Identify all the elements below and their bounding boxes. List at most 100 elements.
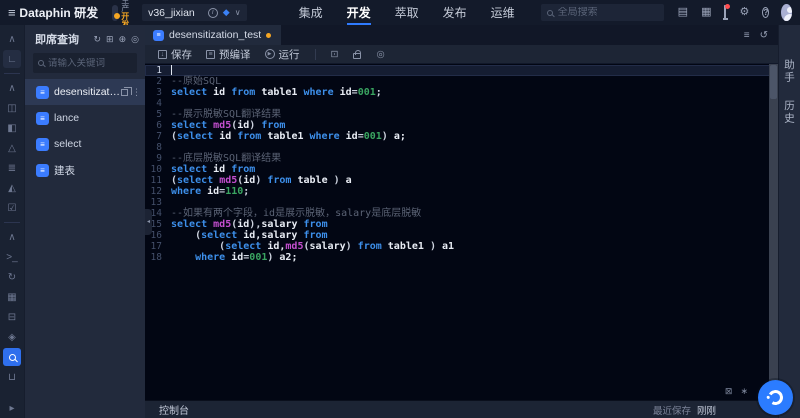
last-saved-value: 刚刚 <box>697 403 716 417</box>
code-line[interactable]: 5--展示脱敏SQL翻译结果 <box>145 109 778 120</box>
calendar-icon[interactable]: ▦ <box>701 7 711 18</box>
user-avatar[interactable] <box>781 4 792 21</box>
form-icon[interactable]: ▤ <box>678 7 688 18</box>
location-icon[interactable]: ◎ <box>371 49 389 60</box>
run-button[interactable]: ▶ 运行 <box>260 47 305 62</box>
report-icon[interactable]: ◫ <box>3 99 21 117</box>
line-number: 7 <box>145 131 171 142</box>
code-line[interactable]: 10select id from <box>145 164 778 175</box>
pyramid-icon[interactable]: △ <box>3 139 21 157</box>
chart-icon[interactable]: ◧ <box>3 119 21 137</box>
nav-tab-3[interactable]: 发布 <box>431 0 479 25</box>
bell-icon[interactable] <box>724 7 726 18</box>
terminal-icon[interactable]: >_ <box>3 248 21 266</box>
code-line[interactable]: 4 <box>145 98 778 109</box>
code-editor[interactable]: 12--原始SQL3select id from table1 where id… <box>145 64 778 400</box>
hamburger-menu-icon[interactable]: ≡ <box>8 5 19 20</box>
file-row[interactable]: ≡lance <box>25 105 145 131</box>
corner-panel-icon[interactable]: ∟ <box>3 50 21 68</box>
code-line[interactable]: 14--如果有两个字段，id是展示脱敏，salary是底层脱敏 <box>145 208 778 219</box>
locate-icon[interactable]: ◎ <box>131 34 139 45</box>
code-line[interactable]: 7(select id from table1 where id=001) a; <box>145 131 778 142</box>
env-label-prod: 生产 <box>121 0 132 13</box>
nav-tab-4[interactable]: 运维 <box>479 0 527 25</box>
project-selector[interactable]: v36_jixian i ◆ ∨ <box>142 4 247 21</box>
code-line[interactable]: 3select id from table1 where id=001; <box>145 87 778 98</box>
lock-icon[interactable] <box>353 53 361 59</box>
line-number: 17 <box>145 241 171 252</box>
collapse-top-icon[interactable]: ∧ <box>3 30 21 48</box>
file-name: lance <box>54 112 141 124</box>
line-number: 5 <box>145 109 171 120</box>
editor-column: ≡ desensitization_test ≡ ↺ ↓ 保存 ≡ 预编译 <box>145 25 778 418</box>
code-line[interactable]: 9--底层脱敏SQL翻译结果 <box>145 153 778 164</box>
expand-panel-icon[interactable]: ▸ <box>3 399 21 417</box>
collapse-group2-icon[interactable]: ∧ <box>3 228 21 246</box>
panel-collapse-handle[interactable]: ◂ <box>145 209 152 235</box>
editor-tabbar: ≡ desensitization_test ≡ ↺ <box>145 25 778 45</box>
chevron-down-icon[interactable]: ∨ <box>235 8 241 17</box>
code-line[interactable]: 11(select md5(id) from table ) a <box>145 175 778 186</box>
rail-divider <box>4 73 20 74</box>
env-toggle-pill-icon[interactable] <box>112 5 118 21</box>
assistant-robot-button[interactable] <box>758 380 793 415</box>
precompile-icon: ≡ <box>206 50 215 59</box>
info-icon[interactable]: i <box>208 8 218 18</box>
dashboard-icon[interactable]: ▦ <box>3 288 21 306</box>
precompile-button[interactable]: ≡ 预编译 <box>201 47 256 62</box>
code-line[interactable]: 15select md5(id),salary from <box>145 219 778 230</box>
nav-tab-0[interactable]: 集成 <box>287 0 335 25</box>
file-row[interactable]: ≡desensitization_test⋮ <box>25 79 145 105</box>
layers-icon[interactable]: ≣ <box>3 159 21 177</box>
tab-list-icon[interactable]: ≡ <box>744 30 750 41</box>
more-actions-icon[interactable]: ⋮ <box>132 88 141 97</box>
adhoc-query-icon[interactable] <box>3 348 21 366</box>
copy-icon[interactable] <box>121 89 128 96</box>
console-toggle[interactable]: 控制台 <box>159 402 189 417</box>
code-line[interactable]: 1 <box>145 65 778 76</box>
shield-icon[interactable]: ◈ <box>3 328 21 346</box>
file-row[interactable]: ≡建表 <box>25 157 145 183</box>
trend-icon[interactable]: ◭ <box>3 179 21 197</box>
new-folder-icon[interactable]: ⊕ <box>119 34 127 45</box>
sync-icon[interactable]: ↻ <box>3 268 21 286</box>
global-search-input[interactable] <box>558 7 658 18</box>
new-file-icon[interactable]: ⊞ <box>106 34 114 45</box>
code-line[interactable]: 12where id=110; <box>145 186 778 197</box>
editor-tab[interactable]: ≡ desensitization_test <box>145 25 281 45</box>
collapse-group-icon[interactable]: ∧ <box>3 79 21 97</box>
help-icon[interactable]: ? <box>762 7 769 18</box>
nav-tab-1[interactable]: 开发 <box>335 0 383 25</box>
keyword-search-input[interactable] <box>48 58 128 69</box>
code-line[interactable]: 8 <box>145 142 778 153</box>
code-line[interactable]: 17 (select id,md5(salary) from table1 ) … <box>145 241 778 252</box>
refresh-icon[interactable]: ↻ <box>94 34 102 45</box>
scrollbar-thumb[interactable] <box>770 65 777 99</box>
code-line[interactable]: 13 <box>145 197 778 208</box>
file-list: ≡desensitization_test⋮≡lance≡select≡建表 <box>25 79 145 418</box>
keyword-search[interactable] <box>33 53 137 73</box>
right-rail-assistant[interactable]: 助手 <box>782 59 797 84</box>
tool-icon[interactable]: ⚙ <box>739 7 749 18</box>
editor-settings-icon[interactable]: ∗ <box>740 386 748 397</box>
right-rail-history[interactable]: 历史 <box>782 100 797 125</box>
editor-scrollbar[interactable] <box>769 64 778 400</box>
global-search[interactable] <box>541 4 664 21</box>
fullscreen-exit-icon[interactable]: ⊠ <box>725 386 733 397</box>
explorer-panel: 即席查询 ↻⊞⊕◎ ≡desensitization_test⋮≡lance≡s… <box>24 25 145 418</box>
code-line[interactable]: 18 where id=001) a2; <box>145 252 778 263</box>
trash-icon[interactable]: ⊔ <box>3 368 21 386</box>
code-line[interactable]: 16 (select id,salary from <box>145 230 778 241</box>
tab-history-icon[interactable]: ↺ <box>760 30 768 41</box>
save-button[interactable]: ↓ 保存 <box>153 47 197 62</box>
file-row[interactable]: ≡select <box>25 131 145 157</box>
line-number: 11 <box>145 175 171 186</box>
stamp-icon[interactable]: ⊡ <box>326 49 344 60</box>
text-cursor <box>171 65 172 75</box>
task-check-icon[interactable]: ☑ <box>3 199 21 217</box>
nav-tab-2[interactable]: 萃取 <box>383 0 431 25</box>
sql-file-icon: ≡ <box>36 86 49 99</box>
code-line[interactable]: 2--原始SQL <box>145 76 778 87</box>
code-line[interactable]: 6select md5(id) from <box>145 120 778 131</box>
inbox-icon[interactable]: ⊟ <box>3 308 21 326</box>
